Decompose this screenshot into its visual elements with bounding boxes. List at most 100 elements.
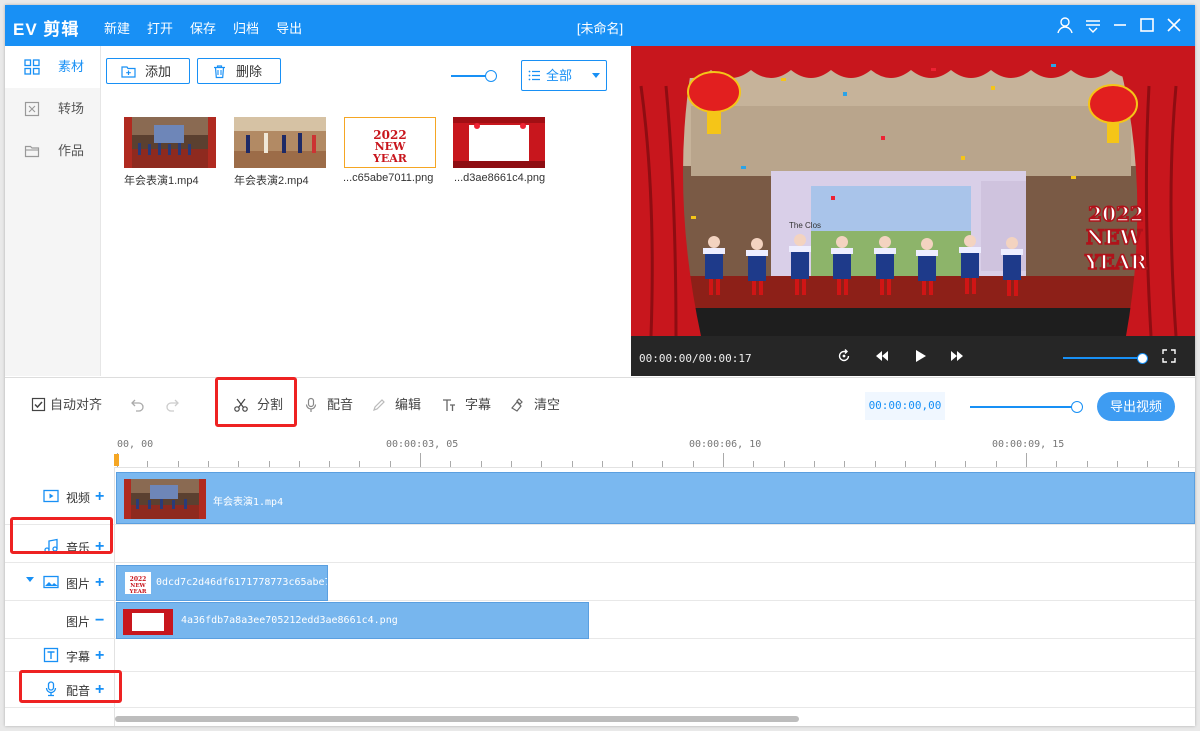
- clip-thumbnail: [124, 479, 206, 519]
- export-video-button[interactable]: 导出视频: [1097, 392, 1175, 421]
- slider-handle[interactable]: [1137, 353, 1148, 364]
- track-label: 配音: [66, 684, 91, 698]
- ruler-tick: [298, 461, 300, 467]
- media-thumbnail-video-2[interactable]: [234, 117, 326, 168]
- add-video-button[interactable]: +: [95, 489, 104, 505]
- timeline-scrollbar[interactable]: [115, 716, 799, 722]
- user-icon[interactable]: [1054, 14, 1076, 36]
- thumbnail-size-slider[interactable]: [451, 70, 497, 82]
- ruler-tick: [1086, 461, 1088, 467]
- pencil-icon: [373, 399, 385, 411]
- add-dub-button[interactable]: +: [95, 682, 104, 698]
- track-label: 字幕: [66, 650, 91, 664]
- add-image-button[interactable]: +: [95, 575, 104, 591]
- clip-name: 4a36fdb7a8a3ee705212edd3ae8661c4.png: [181, 615, 398, 626]
- ruler-tick: [177, 461, 179, 467]
- clip-thumbnail: 2022NEWYEAR: [125, 572, 151, 594]
- collapse-arrow-icon[interactable]: [26, 577, 34, 582]
- microphone-icon: [305, 397, 317, 412]
- volume-slider[interactable]: [1063, 353, 1148, 364]
- filter-dropdown[interactable]: 全部: [521, 60, 607, 91]
- fullscreen-icon[interactable]: [1161, 348, 1177, 364]
- media-item-name: ...c65abe7011.png: [343, 172, 434, 184]
- ruler-tick: [1116, 461, 1118, 467]
- track-dubbing: 配音 +: [5, 671, 1195, 708]
- svg-text:2022: 2022: [1088, 202, 1144, 226]
- ruler-tick: [329, 461, 331, 467]
- grid-icon: [24, 59, 40, 75]
- slider-handle[interactable]: [485, 70, 497, 82]
- ruler-tick: [480, 461, 482, 467]
- media-item-name: 年会表演2.mp4: [234, 175, 309, 187]
- media-library: 添加 删除 全部 年会表演1.mp4 年会表演2.mp4 2022 NEW YE…: [101, 46, 626, 376]
- add-subtitle-button[interactable]: +: [95, 648, 104, 664]
- ruler-tick: [723, 453, 724, 467]
- playback-time: 00:00:00/00:00:17: [639, 352, 752, 365]
- clip-name: 年会表演1.mp4: [213, 497, 284, 508]
- edit-toolbar: 自动对齐 分割 配音 编辑 字幕 清空 00:00:00,00 导出视频: [5, 377, 1195, 434]
- timeline-clip-image-2[interactable]: 4a36fdb7a8a3ee705212edd3ae8661c4.png: [116, 602, 589, 639]
- title-bar: EV 剪辑 新建 打开 保存 归档 导出 [未命名]: [5, 5, 1195, 46]
- media-item-name: ...d3ae8661c4.png: [454, 172, 546, 184]
- media-thumbnail-video-1[interactable]: [124, 117, 216, 168]
- media-item-name: 年会表演1.mp4: [124, 175, 199, 187]
- image-icon: [43, 575, 59, 589]
- scissors-icon: [234, 398, 248, 412]
- folder-icon: [24, 145, 40, 158]
- ruler-tick: [965, 461, 967, 467]
- track-subtitle: 字幕 +: [5, 638, 1195, 672]
- player-controls: 00:00:00/00:00:17: [631, 336, 1195, 376]
- sidebar-item-works[interactable]: 作品: [5, 130, 100, 172]
- ruler-tick: [813, 461, 815, 467]
- replay-icon[interactable]: [836, 348, 852, 364]
- minimize-icon[interactable]: [1109, 14, 1131, 36]
- document-title: [未命名]: [576, 21, 624, 36]
- close-icon[interactable]: [1163, 14, 1185, 36]
- delete-button[interactable]: 删除: [197, 58, 281, 84]
- time-ruler[interactable]: 00, 00 00:00:03, 05 00:00:06, 10 00:00:0…: [114, 432, 1195, 468]
- clip-name: 0dcd7c2d46df6171778773c65abe7: [156, 577, 328, 588]
- menu-icon[interactable]: [1082, 14, 1104, 36]
- ruler-tick: [632, 461, 634, 467]
- timeline-clip-image-1[interactable]: 2022 NEW YEAR 0dcd7c2d46df6171778773c65abe…: [116, 565, 328, 601]
- maximize-icon[interactable]: [1136, 14, 1158, 36]
- play-icon[interactable]: [912, 348, 928, 364]
- ruler-tick: [450, 461, 452, 467]
- slider-handle[interactable]: [1071, 401, 1083, 413]
- ruler-tick: [692, 461, 694, 467]
- add-button[interactable]: 添加: [106, 58, 190, 84]
- timeline-clip-video[interactable]: 年会表演1.mp4: [116, 472, 1195, 524]
- sidebar-item-materials[interactable]: 素材: [5, 46, 100, 88]
- ruler-tick: [844, 461, 846, 467]
- ruler-tick: [147, 461, 149, 467]
- rewind-icon[interactable]: [874, 348, 890, 364]
- subtitle-track-icon: [43, 647, 59, 663]
- screen-text: The Clos: [789, 221, 821, 230]
- playhead[interactable]: [114, 454, 119, 466]
- preview-frame: The Clos 2022 NEW YEAR: [631, 46, 1195, 336]
- ruler-tick: [662, 461, 664, 467]
- remove-image-track-button[interactable]: −: [95, 613, 104, 629]
- timecode-display[interactable]: 00:00:00,00: [865, 392, 945, 420]
- transition-icon: [24, 101, 40, 117]
- fast-forward-icon[interactable]: [949, 348, 965, 364]
- track-label: 视频: [66, 491, 91, 505]
- track-label: 图片: [66, 577, 91, 591]
- ruler-tick: [510, 461, 512, 467]
- ruler-tick: [995, 461, 997, 467]
- media-thumbnail-image-1[interactable]: 2022 NEW YEAR: [344, 117, 436, 168]
- ruler-tick: [359, 461, 361, 467]
- ruler-tick: [783, 461, 785, 467]
- sidebar: 素材 转场 作品: [5, 46, 101, 376]
- track-label: 音乐: [66, 541, 91, 555]
- track-music: 音乐 +: [5, 524, 1195, 563]
- sidebar-item-transitions[interactable]: 转场: [5, 88, 100, 130]
- list-icon: [528, 70, 540, 81]
- svg-text:YEAR: YEAR: [372, 152, 408, 165]
- ruler-tick: [389, 461, 391, 467]
- timeline-zoom-slider[interactable]: [970, 401, 1083, 413]
- ruler-label: 00:00:09, 15: [992, 439, 1065, 450]
- media-thumbnail-image-2[interactable]: [453, 117, 545, 168]
- add-music-button[interactable]: +: [95, 539, 104, 555]
- track-image-2: 图片 − 4a36fdb7a8a3ee705212edd3ae8661c4.pn…: [5, 600, 1195, 639]
